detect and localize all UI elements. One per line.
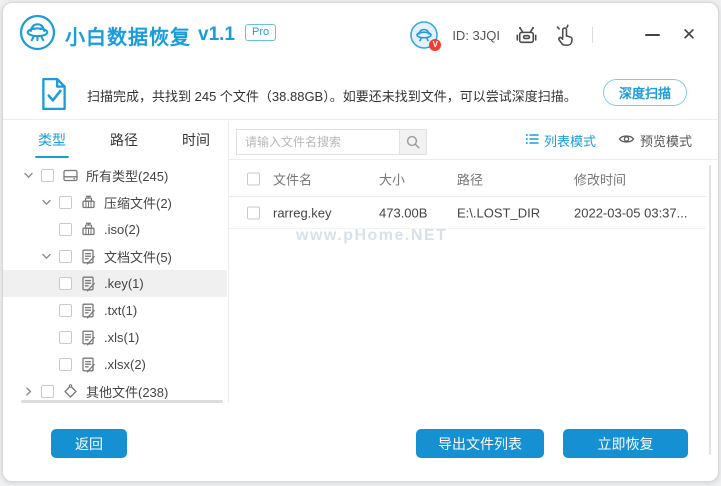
tab-active[interactable]: 类型: [35, 122, 69, 158]
tree-item[interactable]: 其他文件(238): [3, 378, 227, 399]
list-toolbar: 列表模式 预览模式: [229, 121, 718, 160]
table-body: rarreg.key 473.00B E:\.LOST_DIR 2022-03-05 …: [229, 197, 706, 229]
app-version: v1.1: [198, 24, 235, 45]
archive-icon: [80, 221, 104, 238]
search-box: [236, 129, 427, 155]
document-icon: [80, 329, 104, 346]
app-logo-icon: [19, 14, 56, 56]
tree-item-checkbox[interactable]: [59, 304, 72, 317]
tree-item-checkbox[interactable]: [59, 196, 72, 209]
row-checkbox[interactable]: [247, 206, 260, 219]
archive-icon: [80, 194, 104, 211]
tree-item[interactable]: .txt(1): [3, 297, 227, 324]
chevron-down-icon[interactable]: [41, 197, 59, 208]
footer-bar: 返回 导出文件列表 立即恢复: [3, 415, 718, 481]
list-vertical-scrollbar[interactable]: [709, 165, 711, 455]
tree-item-label: 压缩文件(2): [104, 196, 172, 211]
minimize-button[interactable]: [640, 23, 664, 47]
document-icon: [80, 302, 104, 319]
tree-item-checkbox[interactable]: [59, 331, 72, 344]
column-header-modified: 修改时间: [574, 172, 627, 187]
tree-item-label: 所有类型(245): [86, 169, 169, 184]
tree-item-label: .xlsx(2): [104, 357, 146, 372]
menu-button[interactable]: [609, 23, 626, 47]
file-modified: 2022-03-05 03:37...: [574, 205, 688, 220]
scan-summary-text: 扫描完成，共找到 245 个文件（38.88GB）。如要还未找到文件，可以尝试深…: [87, 89, 577, 104]
user-id: ID: 3JQI: [452, 27, 500, 43]
tree-item-label: .xls(1): [104, 330, 140, 345]
app-window: 小白数据恢复 v1.1 Pro V ID: 3JQI ✕ 扫描完成，共找到 24…: [2, 2, 719, 482]
document-icon: [80, 275, 104, 292]
tab-item[interactable]: 路径: [108, 122, 140, 158]
table-row[interactable]: rarreg.key 473.00B E:\.LOST_DIR 2022-03-05 …: [229, 197, 706, 229]
file-size: 473.00B: [379, 205, 428, 220]
tab-item[interactable]: 时间: [180, 122, 212, 158]
column-header-name: 文件名: [273, 172, 313, 187]
tree-item-label: .key(1): [104, 276, 144, 291]
tree-item-label: .txt(1): [104, 303, 138, 318]
other-icon: [62, 383, 86, 399]
document-icon: [80, 248, 104, 265]
drive-icon: [62, 167, 86, 184]
file-name: rarreg.key: [273, 205, 332, 220]
tree-item-checkbox[interactable]: [59, 358, 72, 371]
preview-mode-toggle[interactable]: 预览模式: [618, 131, 692, 150]
select-all-checkbox[interactable]: [247, 172, 260, 185]
verified-badge: V: [429, 39, 442, 51]
user-avatar[interactable]: V: [410, 21, 442, 51]
filter-tabs: 类型 路径 时间: [3, 121, 228, 159]
chevron-right-icon[interactable]: [23, 386, 41, 397]
touch-guide-icon[interactable]: [552, 23, 576, 47]
tree-horizontal-scrollbar[interactable]: [21, 400, 223, 403]
tree-item-checkbox[interactable]: [59, 277, 72, 290]
tree-item-label: .iso(2): [104, 222, 141, 237]
tree-item[interactable]: .xls(1): [3, 324, 227, 351]
tree-item[interactable]: .key(1): [3, 270, 227, 297]
deep-scan-button[interactable]: 深度扫描: [602, 79, 687, 106]
tree-item-checkbox[interactable]: [41, 385, 54, 398]
column-header-path: 路径: [457, 172, 484, 187]
tree-item[interactable]: 压缩文件(2): [3, 189, 227, 216]
close-button[interactable]: ✕: [678, 24, 700, 46]
tree-item[interactable]: 所有类型(245): [3, 162, 227, 189]
preview-mode-eye-icon: [618, 132, 635, 149]
watermark-text: www.pHome.NET: [296, 227, 448, 244]
chevron-down-icon[interactable]: [41, 251, 59, 262]
pro-badge: Pro: [244, 23, 277, 41]
back-button[interactable]: 返回: [51, 429, 127, 458]
search-input[interactable]: [236, 129, 399, 155]
robot-assistant-icon[interactable]: [514, 23, 538, 47]
scan-result-banner: 扫描完成，共找到 245 个文件（38.88GB）。如要还未找到文件，可以尝试深…: [3, 69, 718, 120]
tree-item-label: 文档文件(5): [104, 250, 172, 265]
tree-item-checkbox[interactable]: [59, 250, 72, 263]
preview-mode-label: 预览模式: [639, 134, 692, 149]
table-header: 文件名 大小 路径 修改时间: [229, 161, 706, 197]
file-list-panel: 列表模式 预览模式 文件名 大小 路径: [229, 121, 718, 455]
tree-item-label: 其他文件(238): [86, 385, 169, 399]
tree-item[interactable]: 文档文件(5): [3, 243, 227, 270]
list-mode-toggle[interactable]: 列表模式: [525, 131, 596, 150]
export-file-list-button[interactable]: 导出文件列表: [416, 429, 544, 458]
title-bar[interactable]: 小白数据恢复 v1.1 Pro V ID: 3JQI ✕: [3, 3, 718, 67]
list-mode-icon: [525, 132, 539, 149]
tree-item-checkbox[interactable]: [41, 169, 54, 182]
scan-complete-icon: [39, 77, 69, 116]
titlebar-divider: [592, 27, 593, 43]
recover-now-button[interactable]: 立即恢复: [563, 429, 688, 458]
column-header-size: 大小: [379, 172, 406, 187]
search-icon[interactable]: [399, 129, 427, 155]
tree-item-checkbox[interactable]: [59, 223, 72, 236]
tree-item[interactable]: .xlsx(2): [3, 351, 227, 378]
list-mode-label: 列表模式: [543, 134, 596, 149]
file-path: E:\.LOST_DIR: [457, 205, 541, 220]
document-icon: [80, 356, 104, 373]
file-type-tree: 所有类型(245) 压缩文件(2) .iso(2) 文档文件(5) .key(1) .tx…: [3, 162, 227, 399]
chevron-down-icon[interactable]: [23, 170, 41, 181]
app-title: 小白数据恢复: [65, 26, 191, 49]
tree-item[interactable]: .iso(2): [3, 216, 227, 243]
